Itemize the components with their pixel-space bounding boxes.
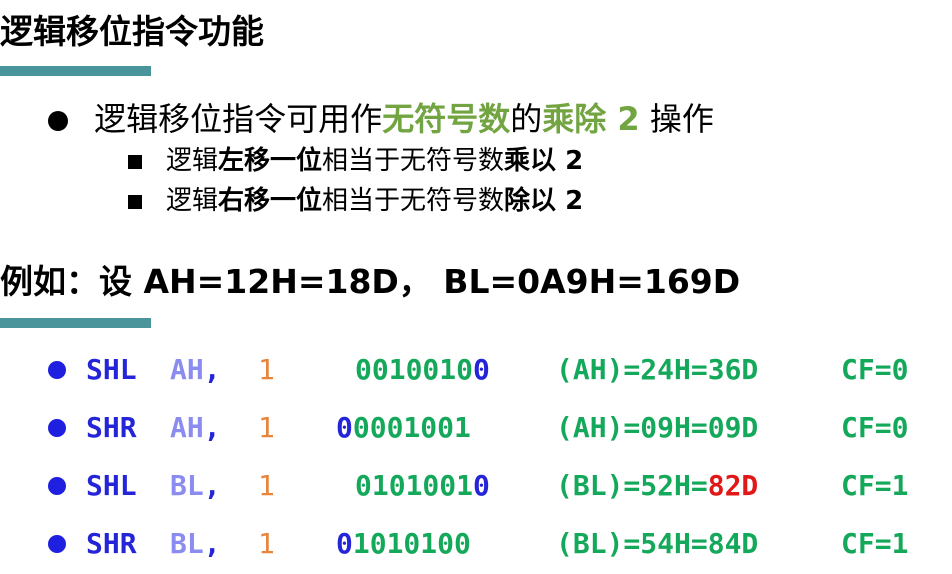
page-title: 逻辑移位指令功能 (0, 12, 264, 51)
carry-flag: CF=0 (841, 411, 909, 444)
sub-bullet-1: 逻辑左移一位相当于无符号数乘以 2 (128, 146, 583, 176)
bit-in: 0 (473, 469, 490, 502)
count: 1 (258, 353, 275, 386)
comma: , (203, 527, 221, 560)
result-dec: 36D (707, 353, 759, 386)
title-underline (0, 66, 151, 76)
bullet-dot-icon (48, 361, 66, 379)
square-bullet-icon (128, 194, 142, 209)
result-hex: (BL)=54H= (556, 527, 708, 560)
example-underline (0, 318, 151, 328)
result: (AH)=24H=36D (556, 353, 758, 387)
operand: AH, (170, 411, 221, 445)
register: AH (170, 353, 204, 386)
register: BL (170, 469, 204, 502)
main-bullet: 逻辑移位指令可用作无符号数的乘除 2 操作 (48, 99, 714, 139)
bits: 0101001 (355, 469, 474, 502)
register: AH (170, 411, 204, 444)
count: 1 (258, 469, 275, 502)
binary-value: 01010100 (336, 527, 471, 561)
operand: BL, (170, 469, 221, 503)
bits: 0010010 (355, 353, 474, 386)
carry-flag: CF=1 (841, 527, 909, 560)
main-bullet-pre: 逻辑移位指令可用作 (94, 100, 383, 138)
binary-value: 00100100 (336, 353, 490, 387)
bit-in: 0 (473, 353, 490, 386)
result-hex: (AH)=09H= (556, 411, 708, 444)
binary-value: 00001001 (336, 411, 471, 445)
result-hex: (BL)=52H= (556, 469, 708, 502)
bit-in: 0 (336, 527, 353, 560)
operand: AH, (170, 353, 221, 387)
instr: SHL (86, 469, 137, 502)
carry-flag: CF=1 (841, 469, 909, 502)
example-heading: 例如：设 AH=12H=18D， BL=0A9H=169D (0, 262, 741, 301)
main-bullet-hl2: 乘除 2 (542, 100, 640, 138)
result: (BL)=54H=84D (556, 527, 758, 561)
register: BL (170, 527, 204, 560)
sub-bullet-2: 逻辑右移一位相当于无符号数除以 2 (128, 186, 583, 216)
bit-in: 0 (336, 411, 353, 444)
count: 1 (258, 411, 275, 444)
instr: SHL (86, 353, 137, 386)
main-bullet-hl1: 无符号数 (382, 100, 511, 138)
sub-bold: 左移一位 (218, 146, 323, 176)
comma: , (203, 411, 221, 444)
result-dec: 82D (707, 469, 759, 502)
result-dec: 84D (707, 527, 759, 560)
carry-flag: CF=0 (841, 353, 909, 386)
bullet-dot-icon (48, 419, 66, 437)
sub-text: 相当于无符号数 (322, 186, 505, 216)
instr: SHR (86, 411, 137, 444)
result: (AH)=09H=09D (556, 411, 758, 445)
sub-text: 逻辑 (166, 146, 219, 176)
sub-text: 相当于无符号数 (322, 146, 505, 176)
binary-value: 01010010 (336, 469, 490, 503)
bits: 1010100 (352, 527, 471, 560)
operand: BL, (170, 527, 221, 561)
count: 1 (258, 527, 275, 560)
main-bullet-mid: 的 (510, 100, 543, 138)
sub-bold: 右移一位 (218, 186, 323, 216)
bullet-dot-icon (48, 535, 66, 553)
sub-bold: 乘以 2 (504, 146, 584, 176)
sub-bold: 除以 2 (504, 186, 584, 216)
result: (BL)=52H=82D (556, 469, 758, 503)
main-bullet-post: 操作 (639, 100, 714, 138)
bits: 0001001 (352, 411, 471, 444)
bullet-dot-icon (48, 477, 66, 495)
instr: SHR (86, 527, 137, 560)
result-hex: (AH)=24H= (556, 353, 708, 386)
comma: , (203, 353, 221, 386)
sub-text: 逻辑 (166, 186, 219, 216)
bullet-dot-icon (48, 111, 68, 131)
square-bullet-icon (128, 154, 142, 169)
comma: , (203, 469, 221, 502)
result-dec: 09D (707, 411, 759, 444)
